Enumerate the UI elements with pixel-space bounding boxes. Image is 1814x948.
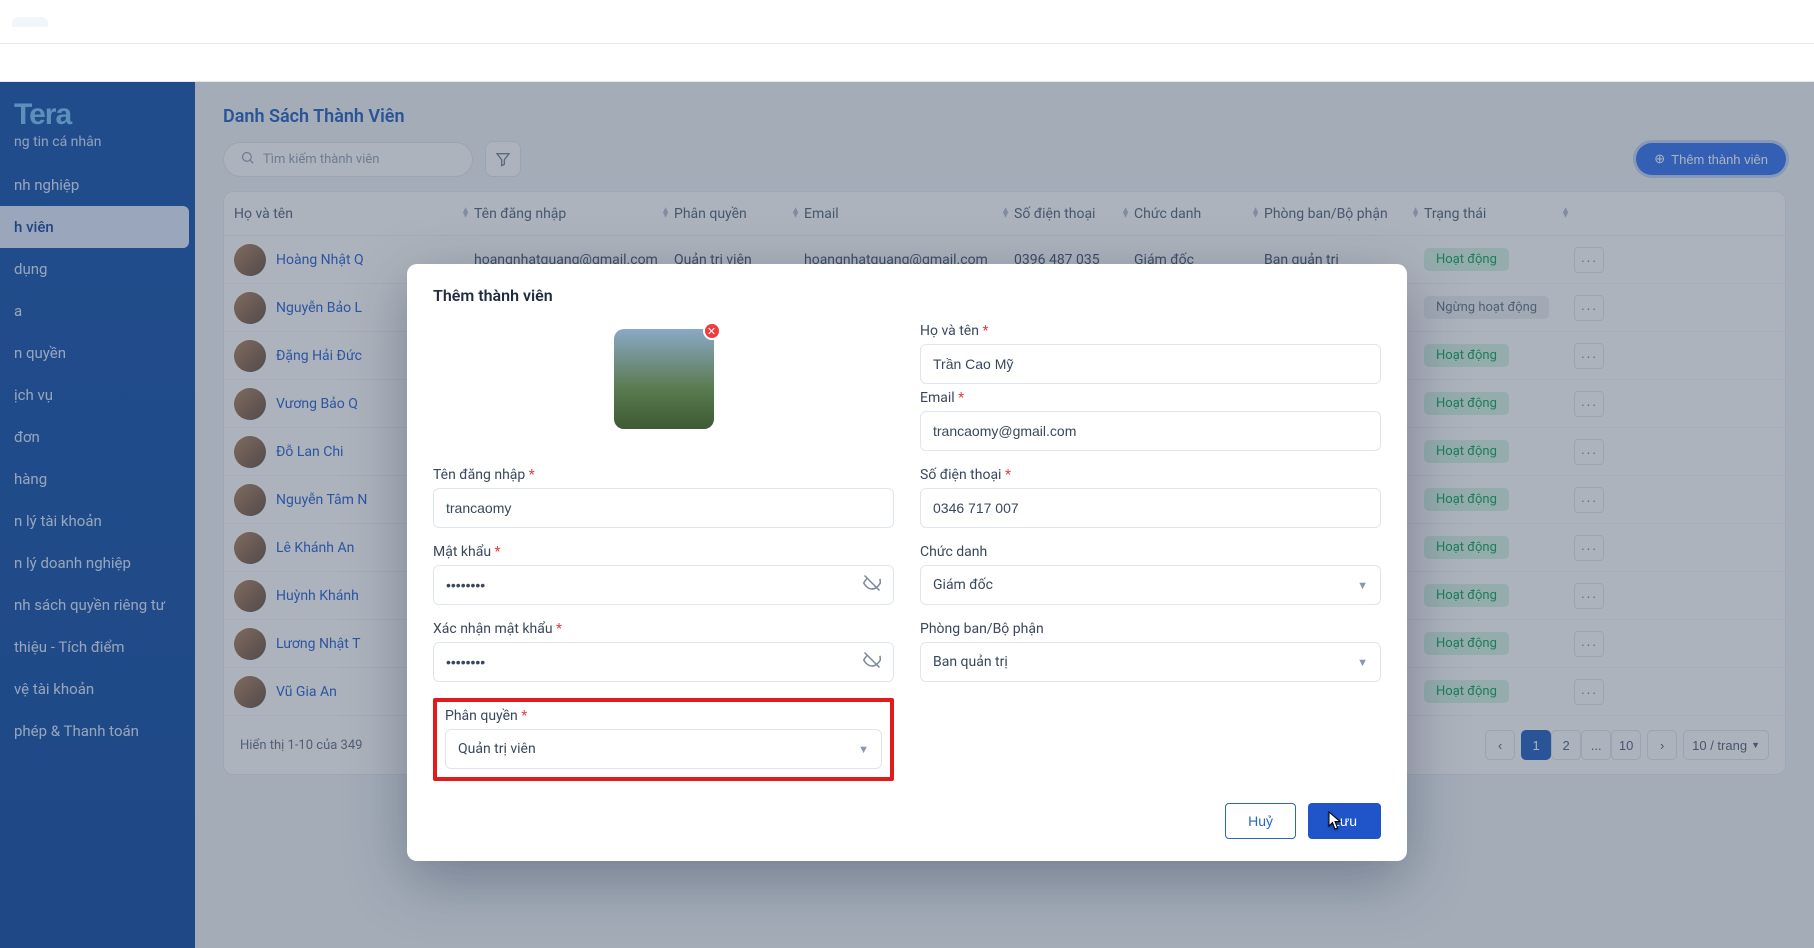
modal-title: Thêm thành viên	[433, 286, 1381, 305]
browser-tabbar	[0, 0, 1814, 44]
avatar-remove-icon[interactable]: ✕	[703, 322, 721, 340]
confirm-field[interactable]	[433, 642, 894, 682]
phone-field[interactable]	[920, 488, 1381, 528]
label-dept: Phòng ban/Bộ phận	[920, 621, 1044, 637]
label-email: Email	[920, 390, 955, 406]
eye-off-icon[interactable]	[863, 651, 881, 673]
browser-urlbar[interactable]	[0, 44, 1814, 82]
add-member-modal: Thêm thành viên ✕ Họ và tên * Email *	[407, 264, 1407, 861]
cancel-button[interactable]: Huỷ	[1225, 803, 1296, 839]
chevron-down-icon: ▼	[1357, 579, 1368, 592]
save-button[interactable]: Lưu	[1308, 803, 1381, 839]
role-select[interactable]: Quản trị viên ▼	[445, 729, 882, 769]
password-field[interactable]	[433, 565, 894, 605]
name-field[interactable]	[920, 344, 1381, 384]
username-field[interactable]	[433, 488, 894, 528]
email-field[interactable]	[920, 411, 1381, 451]
chevron-down-icon: ▼	[1357, 656, 1368, 669]
label-role: Phân quyền	[445, 708, 518, 724]
label-name: Họ và tên	[920, 323, 979, 339]
role-highlight: Phân quyền * Quản trị viên ▼	[433, 698, 894, 781]
label-title: Chức danh	[920, 544, 987, 560]
label-confirm: Xác nhận mật khẩu	[433, 621, 553, 637]
browser-tab[interactable]	[12, 17, 48, 27]
label-password: Mật khẩu	[433, 544, 491, 560]
chevron-down-icon: ▼	[858, 743, 869, 756]
title-select[interactable]: Giám đốc ▼	[920, 565, 1381, 605]
modal-overlay[interactable]: Thêm thành viên ✕ Họ và tên * Email *	[0, 82, 1814, 948]
eye-off-icon[interactable]	[863, 574, 881, 596]
label-username: Tên đăng nhập	[433, 467, 525, 483]
label-phone: Số điện thoại	[920, 467, 1001, 483]
avatar-upload[interactable]: ✕	[614, 329, 714, 429]
dept-select[interactable]: Ban quản trị ▼	[920, 642, 1381, 682]
